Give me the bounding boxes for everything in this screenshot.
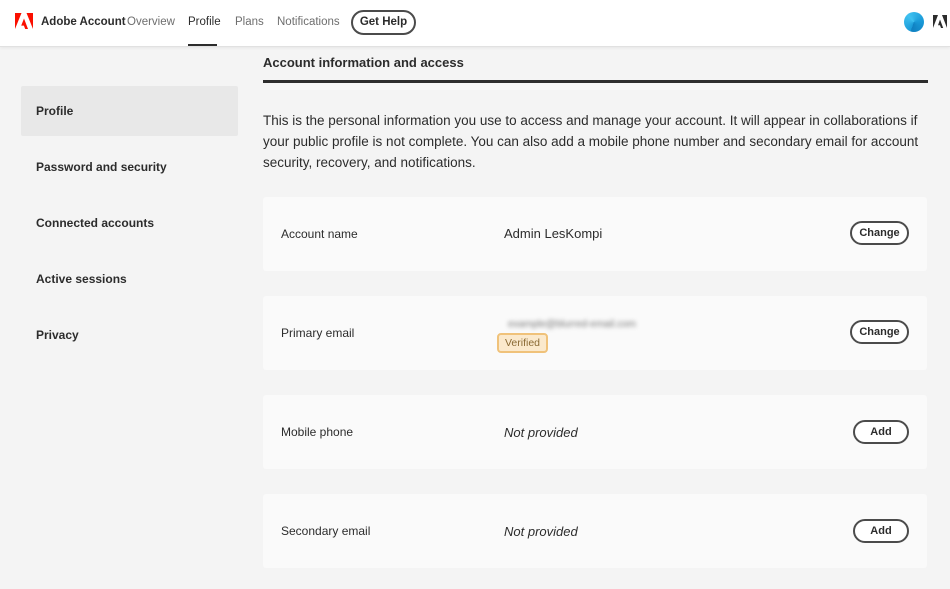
sidebar-item-privacy[interactable]: Privacy xyxy=(21,310,238,360)
intro-text: This is the personal information you use… xyxy=(263,113,919,170)
row-label: Secondary email xyxy=(281,524,371,538)
add-secondary-email-button[interactable]: Add xyxy=(853,519,909,543)
verified-badge: Verified xyxy=(497,333,549,353)
sidebar-item-active-sessions[interactable]: Active sessions xyxy=(21,254,238,304)
mobile-phone-value: Not provided xyxy=(504,425,578,440)
section-divider xyxy=(263,80,928,83)
change-primary-email-button[interactable]: Change xyxy=(850,320,909,344)
nav-notifications[interactable]: Notifications xyxy=(277,16,340,28)
avatar[interactable] xyxy=(904,12,924,32)
adobe-apps-icon[interactable] xyxy=(933,15,947,29)
primary-email-value: example@blurred-email.com xyxy=(508,319,636,330)
sidebar-item-connected-accounts[interactable]: Connected accounts xyxy=(21,198,238,248)
secondary-email-value: Not provided xyxy=(504,524,578,539)
secondary-email-row: Secondary email Not provided Add xyxy=(263,494,927,568)
nav-profile[interactable]: Profile xyxy=(188,16,221,28)
adobe-logo-icon[interactable] xyxy=(15,13,33,30)
active-nav-indicator xyxy=(188,44,217,46)
change-account-name-button[interactable]: Change xyxy=(850,221,909,245)
brand-name[interactable]: Adobe Account xyxy=(41,16,126,28)
primary-email-row: Primary email example@blurred-email.com … xyxy=(263,296,927,370)
account-name-row: Account name Admin LesKompi Change xyxy=(263,197,927,271)
row-label: Primary email xyxy=(281,326,355,340)
nav-overview[interactable]: Overview xyxy=(127,16,175,28)
get-help-button[interactable]: Get Help xyxy=(351,10,416,35)
section-title: Account information and access xyxy=(263,55,464,70)
mobile-phone-row: Mobile phone Not provided Add xyxy=(263,395,927,469)
row-label: Mobile phone xyxy=(281,425,354,439)
account-name-value: Admin LesKompi xyxy=(504,226,603,241)
sidebar-item-profile[interactable]: Profile xyxy=(21,86,238,136)
row-label: Account name xyxy=(281,227,358,241)
top-navigation-bar: Adobe Account Overview Profile Plans Not… xyxy=(0,0,950,47)
add-mobile-phone-button[interactable]: Add xyxy=(853,420,909,444)
nav-plans[interactable]: Plans xyxy=(235,16,264,28)
sidebar-item-password-security[interactable]: Password and security xyxy=(21,142,238,192)
